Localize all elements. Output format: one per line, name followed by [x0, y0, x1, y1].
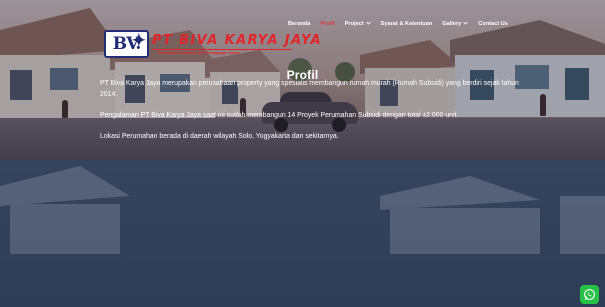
nav-label: Gallery [442, 21, 462, 27]
main-nav: Beranda Profil Project Syarat & Ketentua… [288, 18, 508, 30]
chevron-down-icon [463, 21, 469, 27]
chevron-down-icon [365, 21, 371, 27]
nav-label: Beranda [288, 21, 311, 27]
nav-label: Syarat & Ketentuan [380, 21, 433, 27]
logo-mark: BV. ✦ [104, 30, 149, 58]
nav-profil[interactable]: Profil [320, 21, 334, 27]
nav-project[interactable]: Project [345, 21, 371, 27]
nav-label: Project [344, 21, 364, 27]
nav-label: Profil [320, 21, 335, 27]
profile-section [0, 160, 605, 307]
whatsapp-button[interactable] [580, 285, 599, 304]
nav-label: Contact Us [478, 21, 508, 27]
profile-paragraph: Lokasi Perumahan berada di daerah wilaya… [100, 133, 339, 140]
nav-contact-us[interactable]: Contact Us [478, 21, 508, 27]
whatsapp-icon [584, 289, 595, 300]
company-name: PT BIVA KARYA JAYA [152, 32, 322, 48]
company-logo: BV. ✦ PT BIVA KARYA JAYA Developer, Kont… [104, 30, 322, 58]
star-icon: ✦ [131, 31, 146, 51]
nav-syarat-ketentuan[interactable]: Syarat & Ketentuan [381, 21, 433, 27]
company-tagline: Developer, Kontraktor, dan Perdagangan U… [158, 50, 240, 55]
nav-gallery[interactable]: Gallery [442, 21, 469, 27]
background-houses [0, 166, 605, 254]
profile-paragraph: PT Biva Karya Jaya merupakan perusahaan … [100, 80, 519, 98]
nav-beranda[interactable]: Beranda [288, 21, 310, 27]
profile-paragraph: Pengalaman PT Biva Karya Jaya saat ini s… [100, 112, 457, 119]
